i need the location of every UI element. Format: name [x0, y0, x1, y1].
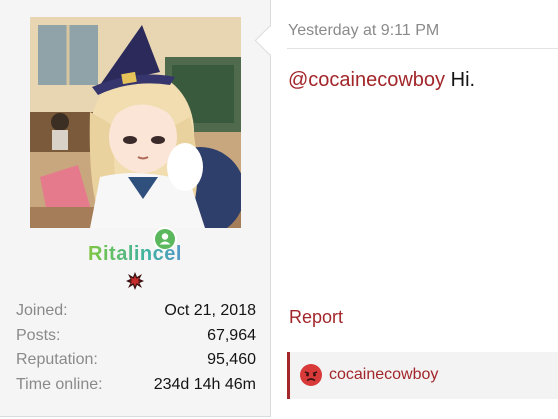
angry-face-icon[interactable] [300, 364, 322, 386]
post-date-link[interactable]: Yesterday at 9:11 PM [288, 22, 439, 40]
angry-burst-icon [126, 272, 144, 290]
user-mention-link[interactable]: @cocainecowboy [288, 69, 445, 91]
post-message: @cocainecowboy Hi. [288, 69, 475, 92]
avatar-image [30, 17, 241, 228]
user-avatar[interactable] [30, 17, 241, 251]
reaction-user-link[interactable]: cocainecowboy [329, 366, 438, 384]
stat-row-reputation: Reputation: 95,460 [16, 350, 256, 375]
user-stats: Joined: Oct 21, 2018 Posts: 67,964 Reput… [16, 301, 256, 399]
stat-value: 67,964 [207, 326, 256, 344]
stat-value: Oct 21, 2018 [164, 302, 256, 319]
divider [287, 48, 558, 49]
message-text: Hi. [445, 69, 476, 91]
stat-label: Reputation: [16, 351, 98, 368]
stat-row-posts: Posts: 67,964 [16, 326, 256, 351]
report-link[interactable]: Report [289, 307, 343, 328]
stat-label: Joined: [16, 302, 68, 319]
stat-row-joined: Joined: Oct 21, 2018 [16, 301, 256, 326]
stat-label: Time online: [16, 375, 103, 393]
reactions-bar: cocainecowboy [287, 352, 558, 399]
stat-label: Posts: [16, 326, 61, 344]
stat-row-time-online: Time online: 234d 14h 46m [16, 375, 256, 400]
post-content-column: Yesterday at 9:11 PM @cocainecowboy Hi. … [271, 0, 558, 419]
stat-value: 95,460 [207, 351, 256, 368]
stat-value: 234d 14h 46m [153, 375, 256, 393]
username-link[interactable]: Ritalincel [0, 243, 270, 266]
forum-post: Ritalincel Joined: Oct 21, 2018 Posts: 6… [0, 0, 558, 419]
user-info-column: Ritalincel Joined: Oct 21, 2018 Posts: 6… [0, 0, 271, 417]
